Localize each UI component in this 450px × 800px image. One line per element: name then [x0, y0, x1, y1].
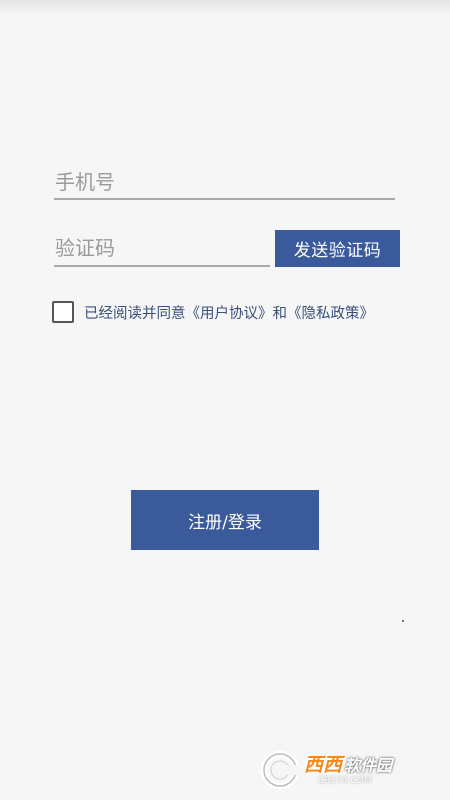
agreement-row: 已经阅读并同意《用户协议》和《隐私政策》 [52, 300, 374, 324]
watermark-brand-b: 软件园 [344, 755, 393, 775]
send-code-button[interactable]: 发送验证码 [275, 230, 400, 267]
watermark-brand-a: 西西 [304, 753, 343, 776]
phone-placeholder: 手机号 [55, 170, 115, 194]
watermark-url: CR173.COM [318, 775, 372, 786]
register-login-button[interactable]: 注册/登录 [131, 490, 319, 550]
watermark-logo-icon [260, 750, 300, 790]
agreement-text[interactable]: 已经阅读并同意《用户协议》和《隐私政策》 [84, 302, 374, 323]
status-bar [0, 0, 450, 12]
agreement-checkbox[interactable] [52, 301, 74, 323]
code-placeholder: 验证码 [55, 236, 115, 260]
phone-input[interactable]: 手机号 [54, 168, 395, 200]
watermark: 西西 软件园 CR173.COM [258, 748, 438, 792]
verification-code-input[interactable]: 验证码 [54, 234, 270, 267]
stray-dot [402, 620, 404, 622]
